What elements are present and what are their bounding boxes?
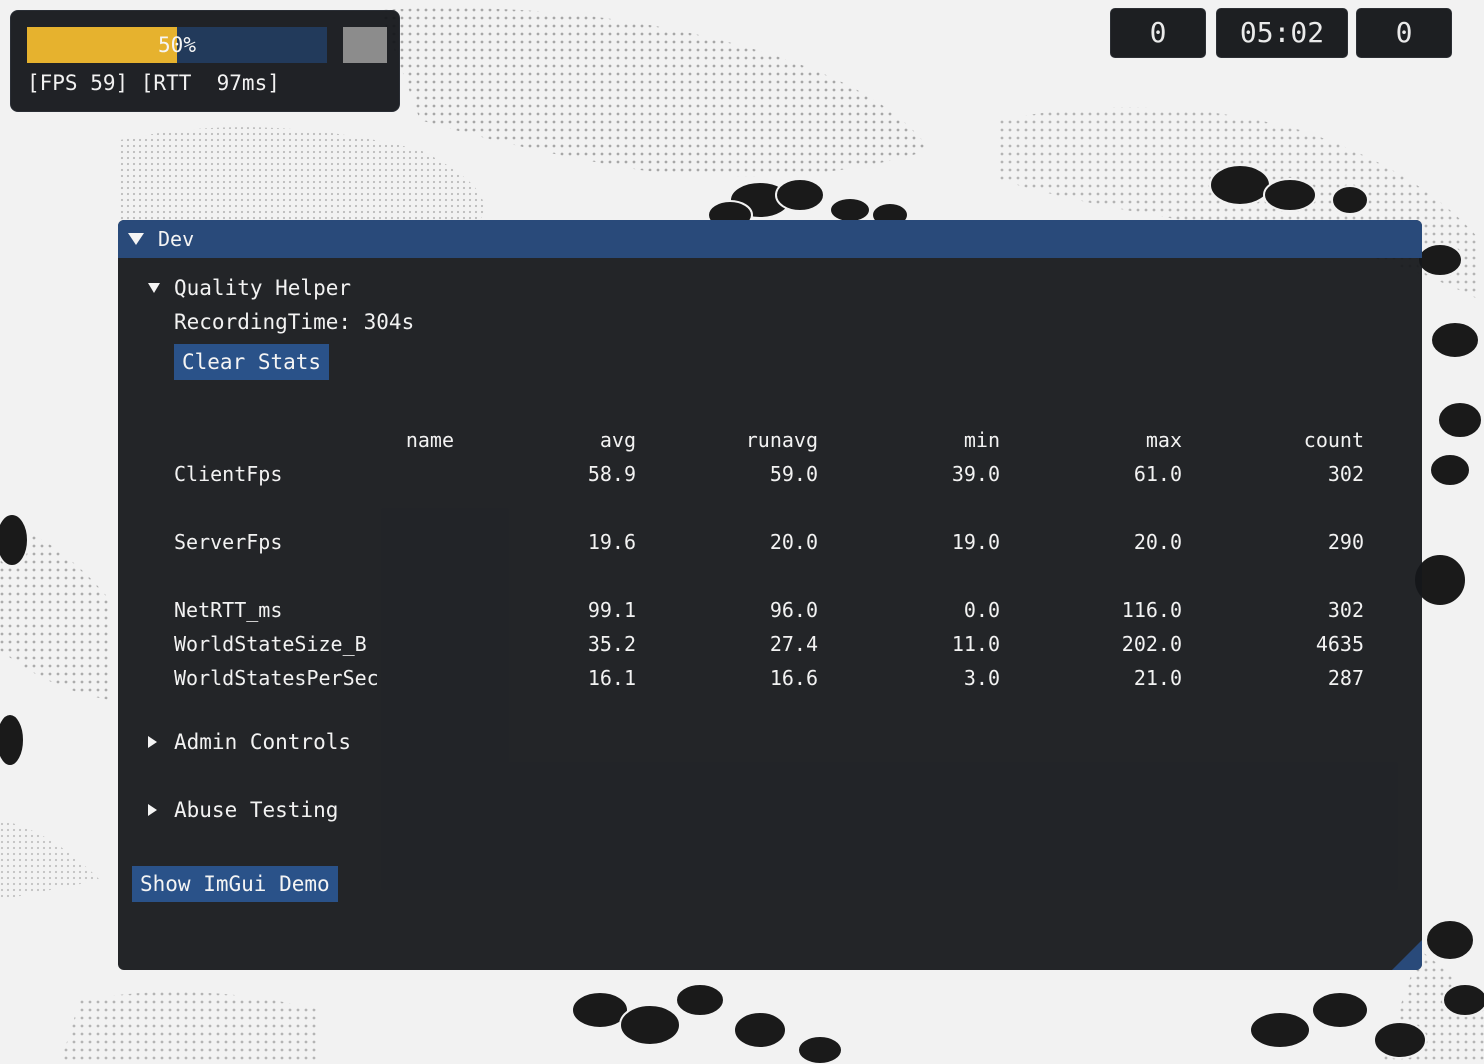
tree-node-abuse-testing[interactable]: Abuse Testing	[148, 798, 338, 822]
cell-runavg: 59.0	[769, 462, 818, 486]
cell-avg: 99.1	[587, 598, 636, 622]
cell-count: 287	[1327, 666, 1364, 690]
cell-min: 39.0	[951, 462, 1000, 486]
hud-panel: 50% [FPS 59] [RTT 97ms]	[10, 10, 400, 112]
cell-min: 19.0	[951, 530, 1000, 554]
column-header-avg: avg	[599, 428, 636, 452]
tree-node-admin-controls[interactable]: Admin Controls	[148, 730, 351, 754]
recording-time: RecordingTime: 304s	[174, 310, 415, 334]
cell-avg: 35.2	[587, 632, 636, 656]
progress-bar: 50%	[27, 27, 327, 63]
color-swatch	[343, 27, 387, 63]
show-imgui-demo-button[interactable]: Show ImGui Demo	[132, 866, 338, 902]
clear-stats-button[interactable]: Clear Stats	[174, 344, 330, 380]
table-row: WorldStateSize_B 35.2 27.4 11.0 202.0 4635	[174, 632, 1374, 660]
cell-name: ClientFps	[174, 462, 283, 486]
cell-runavg: 20.0	[769, 530, 818, 554]
cell-max: 61.0	[1133, 462, 1182, 486]
match-timer: 05:02	[1216, 8, 1348, 58]
abuse-testing-label: Abuse Testing	[174, 798, 339, 822]
table-row: WorldStatesPerSec 16.1 16.6 3.0 21.0 287	[174, 666, 1374, 694]
cell-max: 116.0	[1121, 598, 1182, 622]
cell-max: 202.0	[1121, 632, 1182, 656]
table-row: ClientFps 58.9 59.0 39.0 61.0 302	[174, 462, 1374, 490]
cell-name: WorldStatesPerSec	[174, 666, 379, 690]
cell-runavg: 16.6	[769, 666, 818, 690]
cell-count: 290	[1327, 530, 1364, 554]
admin-controls-label: Admin Controls	[174, 730, 352, 754]
cell-count: 302	[1327, 598, 1364, 622]
table-row: ServerFps 19.6 20.0 19.0 20.0 290	[174, 530, 1374, 558]
expanded-arrow-icon	[148, 283, 160, 293]
collapsed-arrow-icon	[148, 736, 157, 748]
cell-min: 3.0	[963, 666, 1000, 690]
cell-min: 11.0	[951, 632, 1000, 656]
tree-node-quality-helper[interactable]: Quality Helper	[148, 276, 351, 300]
score-left: 0	[1110, 8, 1206, 58]
window-resize-grip[interactable]	[1392, 940, 1422, 970]
quality-helper-label: Quality Helper	[174, 276, 352, 300]
dev-window: Dev Quality Helper RecordingTime: 304s C…	[118, 220, 1422, 970]
cell-avg: 16.1	[587, 666, 636, 690]
cell-avg: 19.6	[587, 530, 636, 554]
cell-avg: 58.9	[587, 462, 636, 486]
collapsed-arrow-icon	[148, 804, 157, 816]
cell-count: 302	[1327, 462, 1364, 486]
collapse-triangle-icon[interactable]	[128, 233, 144, 245]
cell-min: 0.0	[963, 598, 1000, 622]
score-right: 0	[1356, 8, 1452, 58]
column-header-name: name	[405, 428, 454, 452]
cell-runavg: 96.0	[769, 598, 818, 622]
column-header-count: count	[1303, 428, 1364, 452]
dev-window-title: Dev	[158, 227, 195, 251]
column-header-runavg: runavg	[745, 428, 818, 452]
fps-rtt-stats: [FPS 59] [RTT 97ms]	[27, 71, 280, 95]
table-row: NetRTT_ms 99.1 96.0 0.0 116.0 302	[174, 598, 1374, 626]
column-header-max: max	[1145, 428, 1182, 452]
cell-name: NetRTT_ms	[174, 598, 283, 622]
progress-label: 50%	[158, 33, 196, 57]
cell-name: WorldStateSize_B	[174, 632, 367, 656]
cell-max: 21.0	[1133, 666, 1182, 690]
cell-max: 20.0	[1133, 530, 1182, 554]
column-header-min: min	[963, 428, 1000, 452]
cell-runavg: 27.4	[769, 632, 818, 656]
cell-count: 4635	[1315, 632, 1364, 656]
cell-name: ServerFps	[174, 530, 283, 554]
dev-window-title-bar[interactable]: Dev	[118, 220, 1422, 258]
